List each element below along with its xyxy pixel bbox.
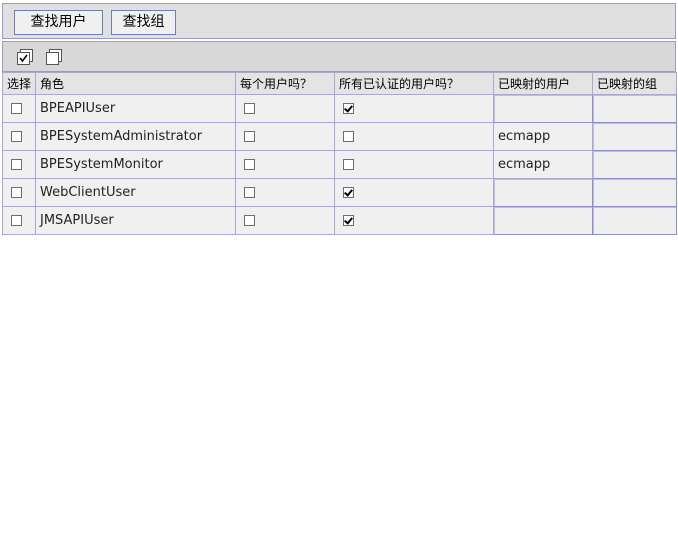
all-authenticated-cell xyxy=(334,94,494,123)
row-select-checkbox[interactable] xyxy=(11,131,22,142)
everyone-cell xyxy=(235,122,335,151)
row-select-checkbox[interactable] xyxy=(11,215,22,226)
column-header-select: 选择 xyxy=(2,72,36,95)
everyone-checkbox[interactable] xyxy=(244,159,255,170)
role-name: BPESystemMonitor xyxy=(35,150,236,179)
column-header-all-authenticated: 所有已认证的用户吗？ xyxy=(334,72,494,95)
mapped-groups-cell xyxy=(592,206,677,235)
row-select-cell xyxy=(2,206,36,235)
all-authenticated-checkbox[interactable] xyxy=(343,131,354,142)
table-row: BPEAPIUser xyxy=(2,94,677,123)
mapped-groups-cell xyxy=(592,94,677,123)
all-authenticated-checkbox[interactable] xyxy=(343,159,354,170)
table-row: BPESystemMonitor ecmapp xyxy=(2,150,677,179)
row-select-cell xyxy=(2,122,36,151)
row-select-cell xyxy=(2,150,36,179)
select-all-icon[interactable] xyxy=(16,48,34,66)
mapped-groups-cell xyxy=(592,122,677,151)
table-header-row: 选择 角色 每个用户吗？ 所有已认证的用户吗？ 已映射的用户 已映射的组 xyxy=(2,72,677,95)
all-authenticated-checkbox[interactable] xyxy=(343,215,354,226)
role-name: JMSAPIUser xyxy=(35,206,236,235)
everyone-cell xyxy=(235,150,335,179)
everyone-cell xyxy=(235,94,335,123)
column-header-everyone: 每个用户吗？ xyxy=(235,72,335,95)
all-authenticated-cell xyxy=(334,206,494,235)
mapped-groups-cell xyxy=(592,178,677,207)
column-header-mapped-groups: 已映射的组 xyxy=(592,72,677,95)
everyone-checkbox[interactable] xyxy=(244,131,255,142)
table-row: JMSAPIUser xyxy=(2,206,677,235)
row-select-cell xyxy=(2,178,36,207)
everyone-checkbox[interactable] xyxy=(244,215,255,226)
role-mapping-panel: 查找用户 查找组 选择 角色 每个用户吗？ 所有已认证的用户吗？ 已映射的用户 … xyxy=(2,3,677,235)
role-table: 选择 角色 每个用户吗？ 所有已认证的用户吗？ 已映射的用户 已映射的组 BPE… xyxy=(2,72,677,235)
all-authenticated-cell xyxy=(334,122,494,151)
mapped-users-cell: ecmapp xyxy=(493,122,593,151)
row-select-checkbox[interactable] xyxy=(11,103,22,114)
everyone-checkbox[interactable] xyxy=(244,187,255,198)
all-authenticated-checkbox[interactable] xyxy=(343,103,354,114)
mapped-users-cell xyxy=(493,94,593,123)
selection-toolbar xyxy=(2,41,676,72)
role-name: BPESystemAdministrator xyxy=(35,122,236,151)
all-authenticated-cell xyxy=(334,150,494,179)
everyone-cell xyxy=(235,206,335,235)
toolbar: 查找用户 查找组 xyxy=(2,3,676,39)
mapped-groups-cell xyxy=(592,150,677,179)
column-header-mapped-users: 已映射的用户 xyxy=(493,72,593,95)
role-name: BPEAPIUser xyxy=(35,94,236,123)
row-select-checkbox[interactable] xyxy=(11,187,22,198)
all-authenticated-checkbox[interactable] xyxy=(343,187,354,198)
row-select-checkbox[interactable] xyxy=(11,159,22,170)
deselect-all-icon[interactable] xyxy=(45,48,63,66)
everyone-cell xyxy=(235,178,335,207)
mapped-users-cell: ecmapp xyxy=(493,150,593,179)
table-row: BPESystemAdministrator ecmapp xyxy=(2,122,677,151)
table-row: WebClientUser xyxy=(2,178,677,207)
find-groups-button[interactable]: 查找组 xyxy=(111,10,176,35)
mapped-users-cell xyxy=(493,178,593,207)
find-users-button[interactable]: 查找用户 xyxy=(14,10,103,35)
role-name: WebClientUser xyxy=(35,178,236,207)
all-authenticated-cell xyxy=(334,178,494,207)
column-header-role: 角色 xyxy=(35,72,236,95)
mapped-users-cell xyxy=(493,206,593,235)
everyone-checkbox[interactable] xyxy=(244,103,255,114)
row-select-cell xyxy=(2,94,36,123)
